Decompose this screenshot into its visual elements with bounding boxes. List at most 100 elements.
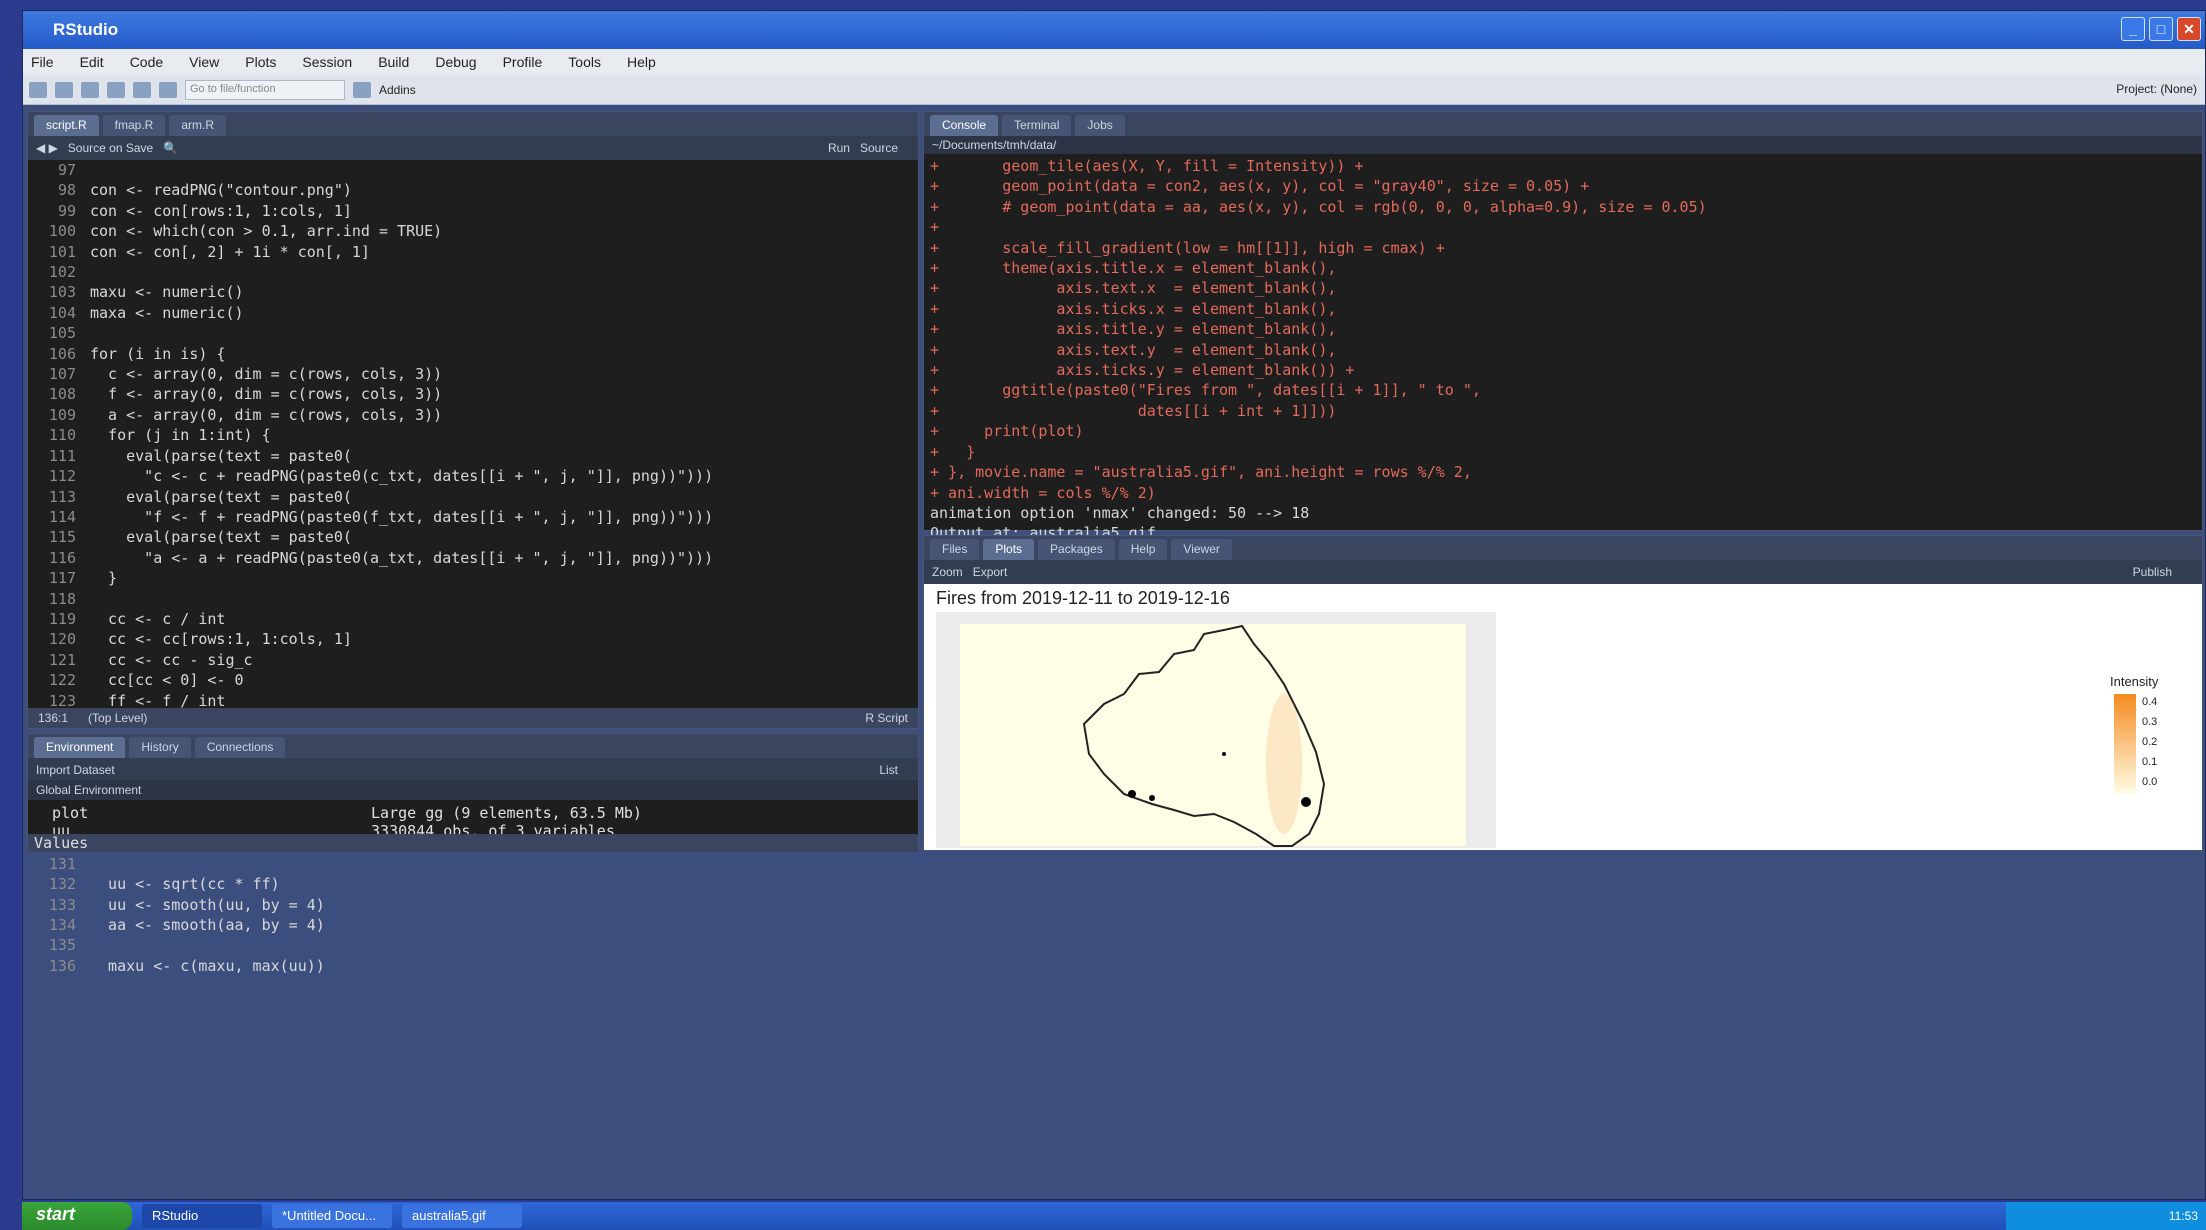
search-icon[interactable]: 🔍 <box>163 141 178 155</box>
close-button[interactable]: ✕ <box>2177 17 2201 41</box>
code-line[interactable]: 104 maxa <- numeric() <box>28 303 918 323</box>
scope-select[interactable]: Global Environment <box>36 783 141 797</box>
tab-console[interactable]: Console <box>930 115 999 136</box>
legend-tick: 0.2 <box>2142 736 2158 748</box>
line-text: ff <- f / int <box>90 691 226 710</box>
menu-plots[interactable]: Plots <box>245 54 276 75</box>
tab-packages[interactable]: Packages <box>1038 539 1115 560</box>
project-menu[interactable]: Project: (None) <box>2116 82 2197 96</box>
tab-arm-r[interactable]: arm.R <box>169 115 227 136</box>
back-arrow-icon[interactable]: ◀ ▶ <box>36 141 58 155</box>
code-line[interactable]: 120 cc <- cc[rows:1, 1:cols, 1] <box>28 629 918 649</box>
code-line[interactable]: 119 cc <- c / int <box>28 609 918 629</box>
tab-fmap-r[interactable]: fmap.R <box>102 115 166 136</box>
tab-help[interactable]: Help <box>1118 539 1168 560</box>
code-line[interactable]: 109 a <- array(0, dim = c(rows, cols, 3)… <box>28 405 918 425</box>
menu-edit[interactable]: Edit <box>80 54 104 75</box>
clock[interactable]: 11:53 <box>2169 1209 2198 1223</box>
scope-indicator[interactable]: (Top Level) <box>88 711 147 725</box>
code-line[interactable]: 105 <box>28 323 918 343</box>
code-line[interactable]: 106 for (i in is) { <box>28 344 918 364</box>
code-line[interactable]: 117 } <box>28 568 918 588</box>
start-button[interactable]: start <box>22 1202 132 1230</box>
code-line[interactable]: 132 uu <- sqrt(cc * ff) <box>28 874 918 894</box>
tab-terminal[interactable]: Terminal <box>1002 115 1072 136</box>
code-line[interactable]: 110 for (j in 1:int) { <box>28 425 918 445</box>
code-line[interactable]: 115 eval(parse(text = paste0( <box>28 527 918 547</box>
code-line[interactable]: 136 maxu <- c(maxu, max(uu)) <box>28 956 918 976</box>
publish-button[interactable]: Publish <box>2133 565 2172 579</box>
line-number: 120 <box>48 630 76 649</box>
code-line[interactable]: 135 <box>28 935 918 955</box>
code-line[interactable]: 100 con <- which(con > 0.1, arr.ind = TRU… <box>28 221 918 241</box>
code-line[interactable]: 113 eval(parse(text = paste0( <box>28 487 918 507</box>
code-line[interactable]: 134 aa <- smooth(aa, by = 4) <box>28 915 918 935</box>
menu-tools[interactable]: Tools <box>568 54 601 75</box>
taskbar-document[interactable]: *Untitled Docu... <box>272 1204 392 1228</box>
code-line[interactable]: 103 maxu <- numeric() <box>28 282 918 302</box>
code-line[interactable]: 121 cc <- cc - sig_c <box>28 650 918 670</box>
tab-files[interactable]: Files <box>930 539 980 560</box>
tab-connections[interactable]: Connections <box>194 737 286 758</box>
source-button[interactable]: Source <box>860 141 898 155</box>
grid-layout-icon[interactable] <box>353 81 371 98</box>
menu-session[interactable]: Session <box>302 54 352 75</box>
tab-script-r[interactable]: script.R <box>34 115 99 136</box>
save-all-icon[interactable] <box>133 81 151 98</box>
tab-plots[interactable]: Plots <box>983 539 1035 560</box>
code-line[interactable]: 108 f <- array(0, dim = c(rows, cols, 3)… <box>28 384 918 404</box>
line-text: "a <- a + readPNG(paste0(a_txt, dates[[i… <box>90 548 714 567</box>
save-icon[interactable] <box>107 81 125 98</box>
main-toolbar: Go to file/function Addins Project: (Non… <box>23 75 2205 105</box>
open-folder-icon[interactable] <box>81 81 99 98</box>
code-line[interactable]: 107 c <- array(0, dim = c(rows, cols, 3)… <box>28 364 918 384</box>
code-line[interactable]: 97 <box>28 160 918 180</box>
tab-viewer[interactable]: Viewer <box>1171 539 1232 560</box>
taskbar-rstudio[interactable]: RStudio <box>142 1204 262 1228</box>
line-number: 117 <box>48 569 76 588</box>
print-icon[interactable] <box>159 81 177 98</box>
menu-debug[interactable]: Debug <box>435 54 476 75</box>
export-button[interactable]: Export <box>973 565 1008 579</box>
source-on-save-checkbox[interactable]: Source on Save <box>68 141 153 155</box>
menu-file[interactable]: File <box>31 54 54 75</box>
maximize-button[interactable]: □ <box>2149 17 2173 41</box>
console-line: + } <box>930 442 976 461</box>
code-line[interactable]: 133 uu <- smooth(uu, by = 4) <box>28 895 918 915</box>
tab-history[interactable]: History <box>129 737 191 758</box>
zoom-button[interactable]: Zoom <box>932 565 963 579</box>
new-project-icon[interactable] <box>55 81 73 98</box>
menu-help[interactable]: Help <box>627 54 656 75</box>
tab-environment[interactable]: Environment <box>34 737 126 758</box>
menu-code[interactable]: Code <box>130 54 163 75</box>
line-number: 135 <box>48 936 76 955</box>
menu-build[interactable]: Build <box>378 54 409 75</box>
minimize-button[interactable]: _ <box>2121 17 2145 41</box>
menu-view[interactable]: View <box>189 54 219 75</box>
code-line[interactable]: 112 "c <- c + readPNG(paste0(c_txt, date… <box>28 466 918 486</box>
code-line[interactable]: 111 eval(parse(text = paste0( <box>28 446 918 466</box>
code-line[interactable]: 131 <box>28 854 918 874</box>
fire-point-2 <box>1149 795 1155 801</box>
view-mode-select[interactable]: List <box>879 763 898 777</box>
taskbar-gif[interactable]: australia5.gif <box>402 1204 522 1228</box>
code-line[interactable]: 101 con <- con[, 2] + 1i * con[, 1] <box>28 242 918 262</box>
code-line[interactable]: 98 con <- readPNG("contour.png") <box>28 180 918 200</box>
console-line: + axis.ticks.x = element_blank(), <box>930 299 1337 318</box>
import-dataset-button[interactable]: Import Dataset <box>36 763 115 777</box>
addins-menu[interactable]: Addins <box>379 83 416 97</box>
code-line[interactable]: 116 "a <- a + readPNG(paste0(a_txt, date… <box>28 548 918 568</box>
code-line[interactable]: 102 <box>28 262 918 282</box>
goto-file-input[interactable]: Go to file/function <box>185 79 345 100</box>
tab-jobs[interactable]: Jobs <box>1075 115 1125 136</box>
code-line[interactable]: 122 cc[cc < 0] <- 0 <box>28 670 918 690</box>
run-button[interactable]: Run <box>828 141 850 155</box>
code-editor[interactable]: 97 98 con <- readPNG("contour.png") 99 con <… <box>28 160 918 976</box>
file-type[interactable]: R Script <box>865 711 908 725</box>
new-file-icon[interactable] <box>29 81 47 98</box>
menu-profile[interactable]: Profile <box>503 54 543 75</box>
code-line[interactable]: 114 "f <- f + readPNG(paste0(f_txt, date… <box>28 507 918 527</box>
code-line[interactable]: 99 con <- con[rows:1, 1:cols, 1] <box>28 201 918 221</box>
code-line[interactable]: 118 <box>28 589 918 609</box>
working-directory[interactable]: ~/Documents/tmh/data/ <box>932 138 1056 152</box>
